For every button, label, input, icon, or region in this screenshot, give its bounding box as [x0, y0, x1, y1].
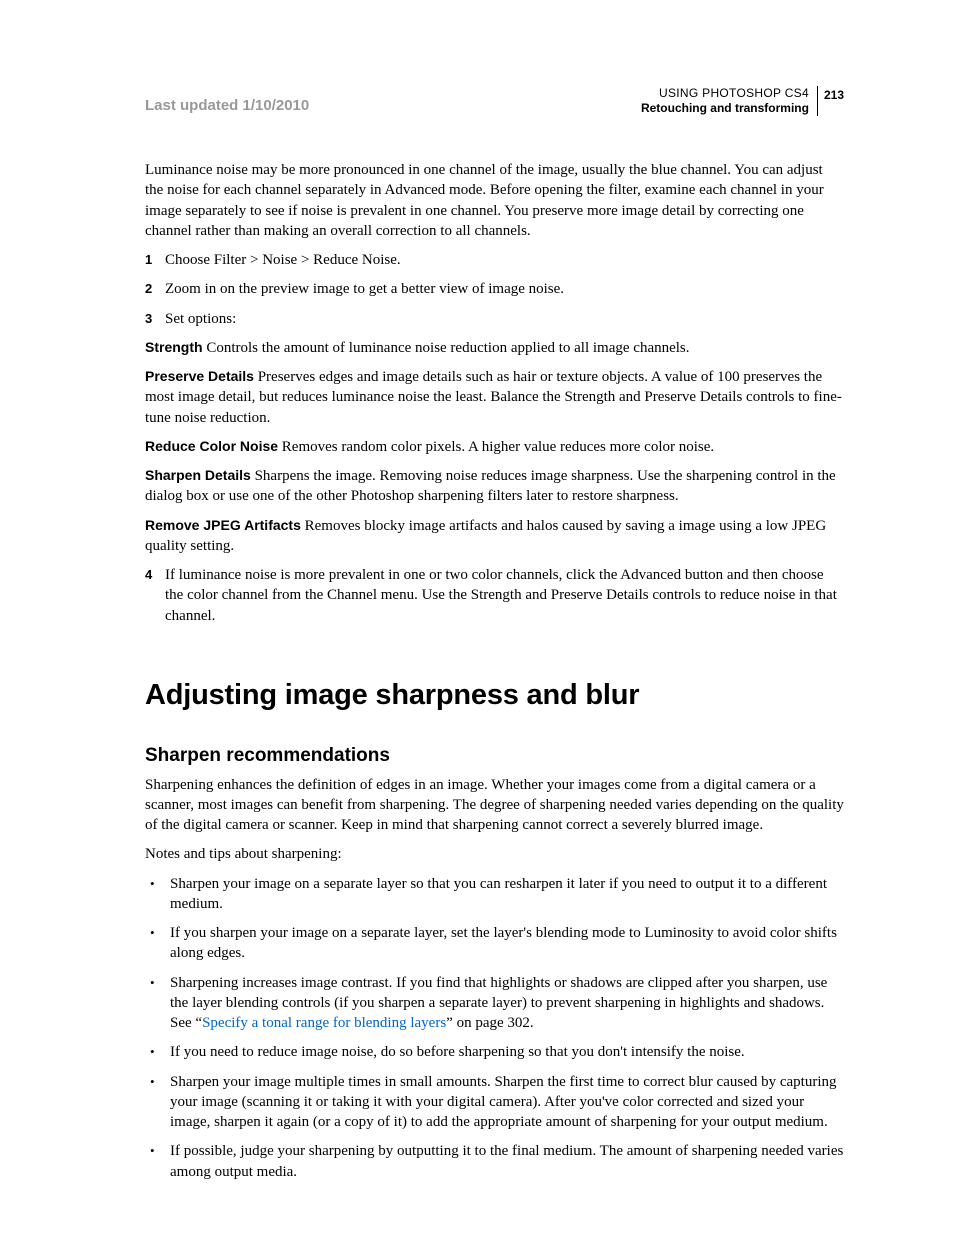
bullet-icon: • — [145, 1042, 170, 1061]
notes-intro: Notes and tips about sharpening: — [145, 844, 844, 864]
page-container: Last updated 1/10/2010 USING PHOTOSHOP C… — [0, 0, 954, 1251]
step-number: 3 — [145, 309, 165, 328]
tip-text: If you need to reduce image noise, do so… — [170, 1042, 844, 1062]
step-text: Choose Filter > Noise > Reduce Noise. — [165, 250, 844, 270]
numbered-steps: 1 Choose Filter > Noise > Reduce Noise. … — [145, 250, 844, 329]
def-text: Removes random color pixels. A higher va… — [278, 439, 714, 455]
tip-text: If possible, judge your sharpening by ou… — [170, 1141, 844, 1182]
tip-item: • If you need to reduce image noise, do … — [145, 1042, 844, 1062]
definition-strength: Strength Controls the amount of luminanc… — [145, 338, 844, 358]
tip-text: Sharpening increases image contrast. If … — [170, 973, 844, 1034]
step-text: Zoom in on the preview image to get a be… — [165, 279, 844, 299]
tip-item: • Sharpen your image multiple times in s… — [145, 1072, 844, 1133]
step-number: 4 — [145, 565, 165, 584]
doc-title: USING PHOTOSHOP CS4 — [641, 86, 809, 101]
step-text: Set options: — [165, 309, 844, 329]
section-title: Retouching and transforming — [641, 101, 809, 116]
tip-item: • Sharpen your image on a separate layer… — [145, 874, 844, 915]
tip-item: • If you sharpen your image on a separat… — [145, 923, 844, 964]
def-term: Reduce Color Noise — [145, 438, 278, 454]
step-number: 2 — [145, 279, 165, 298]
definition-sharpen-details: Sharpen Details Sharpens the image. Remo… — [145, 466, 844, 507]
bullet-icon: • — [145, 923, 170, 942]
tip-text: If you sharpen your image on a separate … — [170, 923, 844, 964]
numbered-steps-continued: 4 If luminance noise is more prevalent i… — [145, 565, 844, 626]
sharpen-intro-paragraph: Sharpening enhances the definition of ed… — [145, 775, 844, 836]
tip-text: Sharpen your image multiple times in sma… — [170, 1072, 844, 1133]
heading-adjusting-sharpness: Adjusting image sharpness and blur — [145, 676, 844, 715]
page-number: 213 — [818, 89, 844, 116]
def-term: Remove JPEG Artifacts — [145, 517, 301, 533]
tip-item: • Sharpening increases image contrast. I… — [145, 973, 844, 1034]
step-2: 2 Zoom in on the preview image to get a … — [145, 279, 844, 299]
bullet-icon: • — [145, 874, 170, 893]
page-content: Luminance noise may be more pronounced i… — [145, 160, 844, 1182]
def-term: Sharpen Details — [145, 467, 251, 483]
step-text: If luminance noise is more prevalent in … — [165, 565, 844, 626]
step-1: 1 Choose Filter > Noise > Reduce Noise. — [145, 250, 844, 270]
tip-text-post: ” on page 302. — [446, 1015, 533, 1031]
page-header: Last updated 1/10/2010 USING PHOTOSHOP C… — [145, 86, 844, 116]
bullet-icon: • — [145, 973, 170, 992]
intro-paragraph: Luminance noise may be more pronounced i… — [145, 160, 844, 241]
bullet-icon: • — [145, 1141, 170, 1160]
cross-reference-link[interactable]: Specify a tonal range for blending layer… — [202, 1015, 446, 1031]
definition-remove-jpeg-artifacts: Remove JPEG Artifacts Removes blocky ima… — [145, 516, 844, 557]
step-4: 4 If luminance noise is more prevalent i… — [145, 565, 844, 626]
bullet-tips: • Sharpen your image on a separate layer… — [145, 874, 844, 1182]
def-term: Preserve Details — [145, 368, 254, 384]
tip-text: Sharpen your image on a separate layer s… — [170, 874, 844, 915]
bullet-icon: • — [145, 1072, 170, 1091]
heading-sharpen-recommendations: Sharpen recommendations — [145, 743, 844, 769]
step-3: 3 Set options: — [145, 309, 844, 329]
header-right: USING PHOTOSHOP CS4 Retouching and trans… — [641, 86, 844, 116]
tip-item: • If possible, judge your sharpening by … — [145, 1141, 844, 1182]
step-number: 1 — [145, 250, 165, 269]
definition-preserve-details: Preserve Details Preserves edges and ima… — [145, 367, 844, 428]
definition-reduce-color-noise: Reduce Color Noise Removes random color … — [145, 437, 844, 457]
def-text: Controls the amount of luminance noise r… — [203, 340, 690, 356]
def-term: Strength — [145, 339, 203, 355]
last-updated: Last updated 1/10/2010 — [145, 96, 309, 116]
header-right-text: USING PHOTOSHOP CS4 Retouching and trans… — [641, 86, 818, 116]
